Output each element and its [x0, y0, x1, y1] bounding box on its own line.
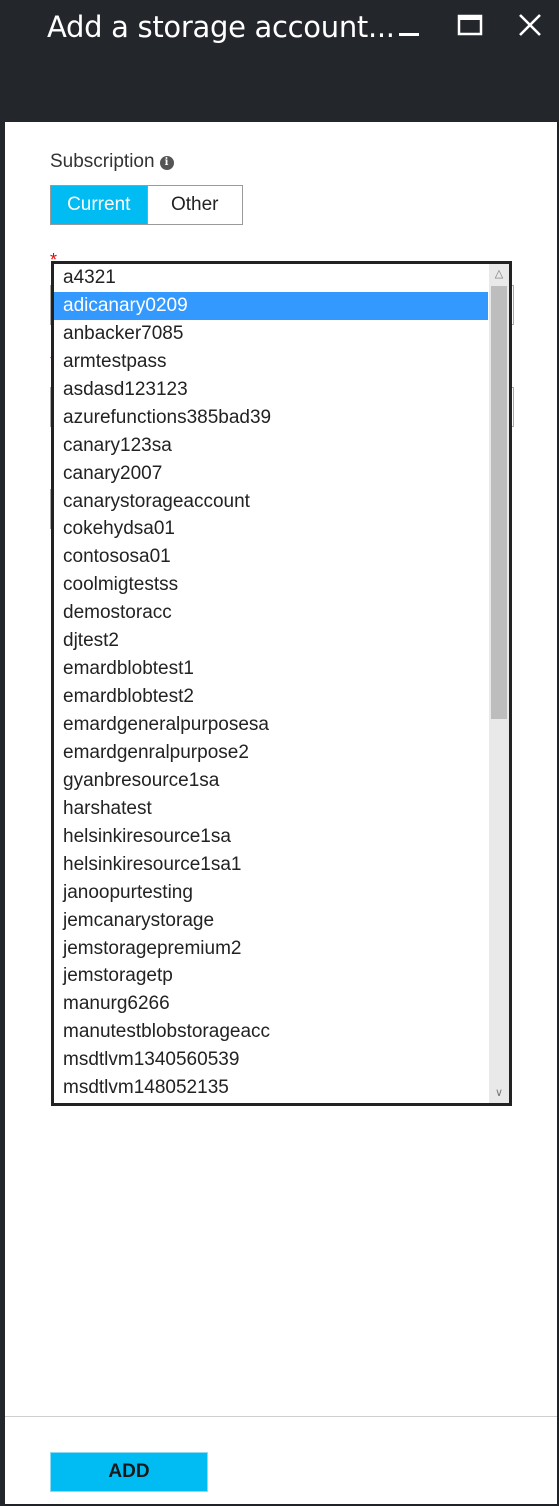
dropdown-option[interactable]: harshatest [54, 795, 488, 823]
subscription-label: Subscription i [50, 151, 174, 173]
subscription-toggle: Current Other [50, 185, 243, 225]
dropdown-option[interactable]: canary123sa [54, 432, 488, 460]
dropdown-option[interactable]: canary2007 [54, 460, 488, 488]
subscription-option-other[interactable]: Other [146, 186, 242, 224]
close-icon [519, 14, 541, 36]
dropdown-option[interactable]: msdtlvm148052135 [54, 1074, 488, 1102]
dropdown-option[interactable]: emardgeneralpurposesa [54, 711, 488, 739]
dropdown-option[interactable]: coolmigtestss [54, 571, 488, 599]
dropdown-option[interactable]: adicanary0209 [54, 291, 488, 320]
dropdown-option[interactable]: manutestblobstorageacc [54, 1018, 488, 1046]
dropdown-items: a4321 adicanary0209 anbacker7085 armtestpas… [54, 264, 488, 1102]
scroll-down-icon[interactable]: ∨ [489, 1083, 509, 1103]
dropdown-option[interactable]: djtest2 [54, 627, 488, 655]
minimize-icon [399, 33, 419, 36]
storage-account-dropdown-list[interactable]: a4321 adicanary0209 anbacker7085 armtestpas… [51, 261, 512, 1106]
blade-left-edge [0, 122, 5, 1506]
dropdown-option[interactable]: emardgenralpurpose2 [54, 739, 488, 767]
scroll-up-icon[interactable]: △ [489, 264, 509, 284]
dropdown-option[interactable]: canarystorageaccount [54, 488, 488, 516]
dropdown-option[interactable]: janoopurtesting [54, 879, 488, 907]
dropdown-option[interactable]: asdasd123123 [54, 376, 488, 404]
blade-title: Add a storage account... [47, 10, 395, 44]
blade-header: Add a storage account... [0, 0, 559, 122]
dropdown-option[interactable]: helsinkiresource1sa1 [54, 851, 488, 879]
dropdown-option[interactable]: a4321 [54, 264, 488, 292]
dropdown-option[interactable]: contososa01 [54, 543, 488, 571]
add-button[interactable]: ADD [50, 1452, 208, 1492]
minimize-button[interactable] [391, 8, 427, 44]
close-button[interactable] [512, 8, 548, 44]
maximize-icon [457, 14, 483, 36]
subscription-option-current[interactable]: Current [51, 186, 147, 224]
info-icon[interactable]: i [159, 156, 174, 170]
dropdown-option[interactable]: helsinkiresource1sa [54, 823, 488, 851]
scrollbar[interactable]: △ ∨ [489, 264, 509, 1103]
dropdown-option[interactable]: cokehydsa01 [54, 515, 488, 543]
dropdown-option[interactable]: azurefunctions385bad39 [54, 404, 488, 432]
dropdown-option[interactable]: emardblobtest1 [54, 655, 488, 683]
dropdown-option[interactable]: msdtlvm1340560539 [54, 1046, 488, 1074]
dropdown-option[interactable]: jemstoragetp [54, 962, 488, 990]
dropdown-option[interactable]: jemstoragepremium2 [54, 935, 488, 963]
maximize-button[interactable] [452, 8, 488, 44]
dropdown-option[interactable]: demostoracc [54, 599, 488, 627]
footer-divider [5, 1416, 557, 1417]
dropdown-option[interactable]: jemcanarystorage [54, 907, 488, 935]
dropdown-option[interactable]: anbacker7085 [54, 320, 488, 348]
dropdown-option[interactable]: armtestpass [54, 348, 488, 376]
scroll-thumb[interactable] [491, 286, 507, 719]
dropdown-option[interactable]: emardblobtest2 [54, 683, 488, 711]
dropdown-option[interactable]: gyanbresource1sa [54, 767, 488, 795]
dropdown-option[interactable]: manurg6266 [54, 990, 488, 1018]
